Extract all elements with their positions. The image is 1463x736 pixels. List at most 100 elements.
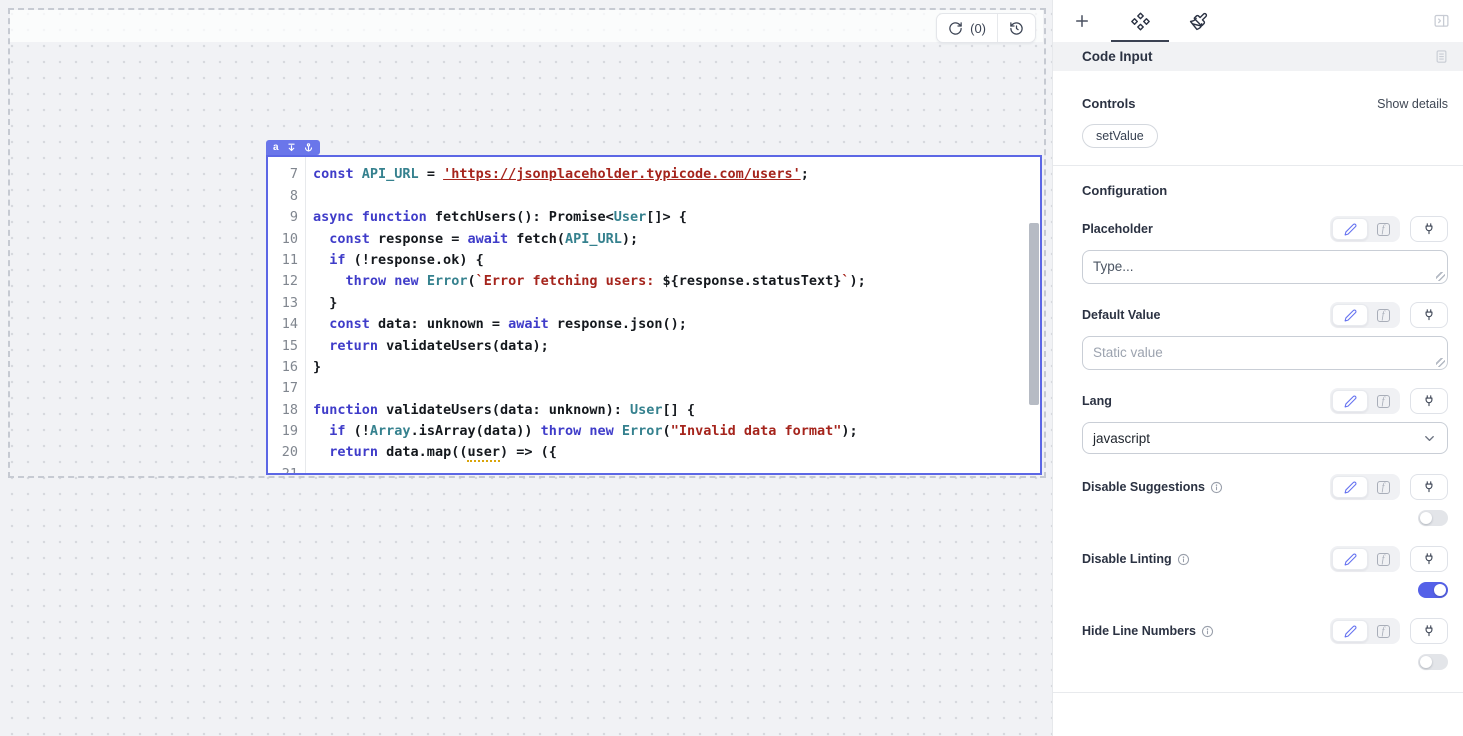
property-label: Default Value <box>1082 308 1161 322</box>
docs-button[interactable] <box>1434 49 1449 64</box>
edit-mode-button[interactable] <box>1332 548 1368 570</box>
code-input-widget[interactable]: a 67const API_URL = 'https://jsonplaceho… <box>266 137 1042 475</box>
input-placeholder: Static value <box>1093 345 1163 360</box>
plug-icon <box>1422 394 1436 408</box>
tab-add[interactable] <box>1053 0 1111 42</box>
history-button[interactable] <box>998 14 1035 42</box>
property-label: Disable Suggestions <box>1082 480 1223 494</box>
code-text: if (!response.ok) { <box>306 250 484 271</box>
code-editor[interactable]: 67const API_URL = 'https://jsonplacehold… <box>266 155 1042 475</box>
function-mode-button[interactable]: f <box>1368 476 1398 498</box>
setvalue-button[interactable]: setValue <box>1082 124 1158 148</box>
property-label: Placeholder <box>1082 222 1153 236</box>
info-icon[interactable] <box>1177 553 1190 566</box>
property-label: Disable Linting <box>1082 552 1190 566</box>
code-line: 6 <box>268 155 1040 164</box>
function-mode-button[interactable]: f <box>1368 304 1398 326</box>
disable-suggestions-toggle[interactable] <box>1418 510 1448 526</box>
placeholder-input[interactable]: Type... <box>1082 250 1448 284</box>
bind-data-button[interactable] <box>1410 302 1448 328</box>
function-mode-button[interactable]: f <box>1368 218 1398 240</box>
line-number: 8 <box>268 186 306 207</box>
line-number: 18 <box>268 400 306 421</box>
line-number: 9 <box>268 207 306 228</box>
code-line: 10 const response = await fetch(API_URL)… <box>268 229 1040 250</box>
property-row-placeholder: Placeholder f Type... <box>1082 216 1448 284</box>
line-number: 14 <box>268 314 306 335</box>
toggle-knob <box>1420 512 1432 524</box>
bind-data-button[interactable] <box>1410 546 1448 572</box>
function-icon: f <box>1377 309 1390 322</box>
code-line: 13 } <box>268 293 1040 314</box>
bind-data-button[interactable] <box>1410 474 1448 500</box>
edit-mode-button[interactable] <box>1332 218 1368 240</box>
panel-tabs <box>1053 0 1463 42</box>
input-placeholder: Type... <box>1093 259 1134 274</box>
binding-controls: f <box>1330 302 1448 328</box>
function-mode-button[interactable]: f <box>1368 548 1398 570</box>
editor-canvas[interactable]: (0) a 67const API <box>0 0 1052 736</box>
property-row-disable-linting: Disable Linting f <box>1082 546 1448 598</box>
select-value: javascript <box>1093 431 1150 446</box>
anchor-icon[interactable] <box>304 143 313 152</box>
info-icon[interactable] <box>1201 625 1214 638</box>
refresh-button[interactable]: (0) <box>937 14 997 42</box>
code-text <box>306 155 313 164</box>
components-icon <box>1131 12 1150 31</box>
edit-mode-button[interactable] <box>1332 304 1368 326</box>
lang-select[interactable]: javascript <box>1082 422 1448 454</box>
function-mode-button[interactable]: f <box>1368 390 1398 412</box>
function-icon: f <box>1377 223 1390 236</box>
refresh-icon <box>948 21 963 36</box>
function-icon: f <box>1377 481 1390 494</box>
line-number: 17 <box>268 378 306 399</box>
canvas-eval-controls: (0) <box>936 13 1036 43</box>
show-details-link[interactable]: Show details <box>1377 97 1448 111</box>
toggle-knob <box>1420 656 1432 668</box>
plug-icon <box>1422 552 1436 566</box>
pencil-icon <box>1344 309 1357 322</box>
default-value-input[interactable]: Static value <box>1082 336 1448 370</box>
bind-data-button[interactable] <box>1410 618 1448 644</box>
line-number: 20 <box>268 442 306 463</box>
property-row-hide-line-numbers: Hide Line Numbersf <box>1082 618 1448 670</box>
binding-controls: f <box>1330 618 1448 644</box>
line-number: 16 <box>268 357 306 378</box>
code-text: const response = await fetch(API_URL); <box>306 229 638 250</box>
widget-title: Code Input <box>1082 49 1153 64</box>
configuration-section-header: Configuration <box>1053 183 1463 198</box>
line-number: 13 <box>268 293 306 314</box>
code-text: return validateUsers(data); <box>306 336 549 357</box>
code-text: function validateUsers(data: unknown): U… <box>306 400 695 421</box>
binding-controls: f <box>1330 474 1448 500</box>
hide-line-numbers-toggle[interactable] <box>1418 654 1448 670</box>
tab-style[interactable] <box>1169 0 1227 42</box>
configuration-heading: Configuration <box>1082 183 1167 198</box>
widget-toolbar[interactable]: a <box>266 140 320 155</box>
code-text: } <box>306 357 321 378</box>
collapse-panel-button[interactable] <box>1433 12 1450 29</box>
line-number: 7 <box>268 164 306 185</box>
line-number: 12 <box>268 271 306 292</box>
info-icon[interactable] <box>1210 481 1223 494</box>
code-line: 20 return data.map((user) => ({ <box>268 442 1040 463</box>
edit-mode-button[interactable] <box>1332 390 1368 412</box>
function-icon: f <box>1377 395 1390 408</box>
disable-linting-toggle[interactable] <box>1418 582 1448 598</box>
mode-segmented-control: f <box>1330 474 1400 500</box>
editor-scrollbar[interactable] <box>1029 223 1039 405</box>
drag-to-line-icon[interactable] <box>287 143 296 152</box>
line-number: 6 <box>268 155 306 164</box>
code-text: return data.map((user) => ({ <box>306 442 557 463</box>
code-text <box>306 186 313 207</box>
configuration-rows: Placeholder f Type... Default Value f Static … <box>1053 216 1463 670</box>
function-mode-button[interactable]: f <box>1368 620 1398 642</box>
bind-data-button[interactable] <box>1410 388 1448 414</box>
edit-mode-button[interactable] <box>1332 476 1368 498</box>
edit-mode-button[interactable] <box>1332 620 1368 642</box>
document-icon <box>1434 49 1449 64</box>
section-divider <box>1053 165 1463 166</box>
binding-controls: f <box>1330 546 1448 572</box>
bind-data-button[interactable] <box>1410 216 1448 242</box>
tab-components[interactable] <box>1111 0 1169 42</box>
